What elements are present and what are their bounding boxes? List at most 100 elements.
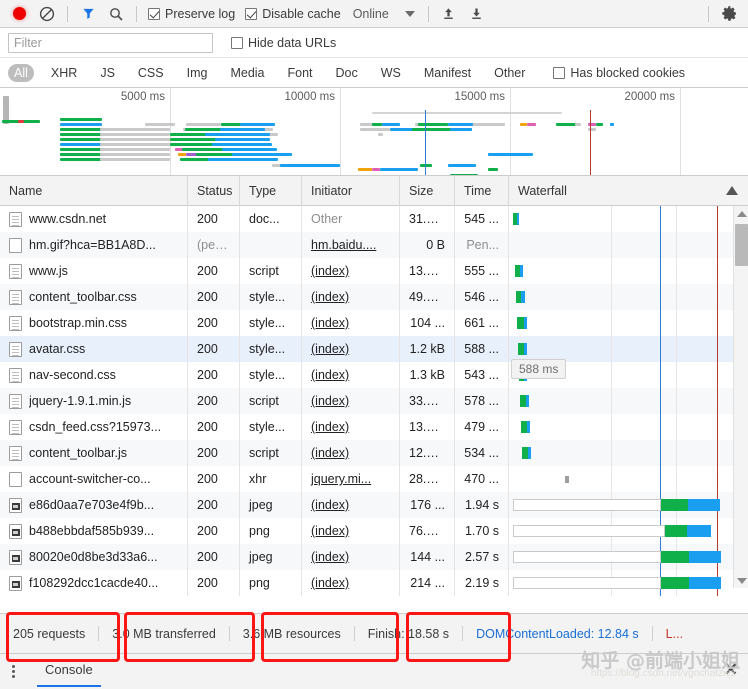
- waterfall-bar[interactable]: [521, 421, 530, 433]
- initiator-link[interactable]: (index): [311, 498, 349, 512]
- scrollbar-thumb[interactable]: [735, 224, 748, 266]
- cell-time: 534 ...: [455, 440, 509, 466]
- overview-tick-label: 5000 ms: [120, 91, 165, 103]
- cell-status: 200: [188, 570, 240, 596]
- type-filter-css[interactable]: CSS: [132, 64, 170, 82]
- scroll-down-arrow[interactable]: [734, 573, 748, 588]
- filter-input[interactable]: [8, 32, 213, 53]
- overview-request-band: [280, 164, 340, 167]
- record-button[interactable]: [6, 2, 32, 26]
- waterfall-dcl-marker: [660, 284, 661, 310]
- initiator-link[interactable]: (index): [311, 524, 349, 538]
- overview-request-band: [415, 128, 450, 131]
- initiator-link[interactable]: (index): [311, 316, 349, 330]
- column-header-status[interactable]: Status: [188, 175, 240, 206]
- waterfall-bar[interactable]: [513, 551, 721, 563]
- initiator-link[interactable]: (index): [311, 264, 349, 278]
- waterfall-bar[interactable]: [516, 291, 525, 303]
- initiator-link[interactable]: (index): [311, 368, 349, 382]
- table-row[interactable]: f108292dcc1cacde40... 200 png (index) 214 ..…: [0, 570, 748, 596]
- table-row[interactable]: account-switcher-co... 200 xhr jquery.mi...…: [0, 466, 748, 492]
- waterfall-bar[interactable]: [513, 577, 721, 589]
- has-blocked-cookies-checkbox[interactable]: Has blocked cookies: [549, 66, 689, 80]
- overview-request-band: [488, 168, 498, 171]
- type-filter-doc[interactable]: Doc: [330, 64, 364, 82]
- initiator-link[interactable]: (index): [311, 446, 349, 460]
- column-header-size[interactable]: Size: [400, 175, 455, 206]
- table-row[interactable]: bootstrap.min.css 200 style... (index) 104 .…: [0, 310, 748, 336]
- column-header-waterfall[interactable]: Waterfall: [509, 176, 748, 206]
- initiator-link[interactable]: (index): [311, 394, 349, 408]
- type-filter-img[interactable]: Img: [181, 64, 214, 82]
- table-row[interactable]: nav-second.css 200 style... (index) 1.3 kB 54…: [0, 362, 748, 388]
- type-filter-media[interactable]: Media: [224, 64, 270, 82]
- hide-data-urls-checkbox[interactable]: Hide data URLs: [227, 36, 340, 50]
- upload-har-icon: [444, 8, 454, 19]
- waterfall-gridline: [676, 258, 677, 284]
- table-row[interactable]: avatar.css 200 style... (index) 1.2 kB 588 ..…: [0, 336, 748, 362]
- table-row[interactable]: www.csdn.net 200 doc... Other 31.4 ... 545 ..…: [0, 206, 748, 232]
- initiator-link[interactable]: (index): [311, 290, 349, 304]
- table-row[interactable]: e86d0aa7e703e4f9b... 200 jpeg (index) 176 ..…: [0, 492, 748, 518]
- waterfall-bar[interactable]: [517, 317, 527, 329]
- scroll-up-arrow[interactable]: [734, 206, 748, 221]
- cell-initiator: hm.baidu....: [302, 232, 400, 258]
- initiator-link[interactable]: (index): [311, 420, 349, 434]
- export-har-button[interactable]: [464, 2, 490, 26]
- column-header-time[interactable]: Time: [455, 175, 509, 206]
- tab-console[interactable]: Console: [31, 655, 107, 689]
- type-filter-js[interactable]: JS: [94, 64, 121, 82]
- waterfall-bar[interactable]: [565, 473, 569, 485]
- waterfall-bar[interactable]: [518, 343, 527, 355]
- table-row[interactable]: content_toolbar.js 200 script (index) 12.9 .…: [0, 440, 748, 466]
- clear-button[interactable]: [34, 2, 60, 26]
- request-name: account-switcher-co...: [29, 472, 151, 486]
- throttling-dropdown[interactable]: Online: [347, 7, 421, 21]
- download-har-icon: [472, 8, 482, 19]
- type-filter-font[interactable]: Font: [282, 64, 319, 82]
- network-overview-timeline[interactable]: 5000 ms 10000 ms 15000 ms 20000 ms: [0, 88, 748, 176]
- kebab-menu-icon[interactable]: [6, 665, 21, 678]
- waterfall-bar[interactable]: [513, 213, 519, 225]
- table-row[interactable]: jquery-1.9.1.min.js 200 script (index) 33.8 …: [0, 388, 748, 414]
- filter-toggle-button[interactable]: [75, 2, 101, 26]
- cell-time: 1.94 s: [455, 492, 509, 518]
- table-row[interactable]: csdn_feed.css?15973... 200 style... (index)…: [0, 414, 748, 440]
- table-row[interactable]: hm.gif?hca=BB1A8D... (pen... hm.baidu.... 0…: [0, 232, 748, 258]
- waterfall-bar[interactable]: [515, 265, 523, 277]
- table-row[interactable]: b488ebbdaf585b939... 200 png (index) 76.4 ..…: [0, 518, 748, 544]
- cell-size: 12.9 ...: [400, 440, 455, 466]
- initiator-link[interactable]: jquery.mi...: [311, 472, 371, 486]
- cell-type: style...: [240, 310, 302, 336]
- type-filter-manifest[interactable]: Manifest: [418, 64, 477, 82]
- waterfall-bar[interactable]: [513, 499, 720, 511]
- type-filter-other[interactable]: Other: [488, 64, 531, 82]
- initiator-link[interactable]: (index): [311, 576, 349, 590]
- initiator-link[interactable]: (index): [311, 342, 349, 356]
- table-row[interactable]: 80020e0d8be3d33a6... 200 jpeg (index) 144 ..…: [0, 544, 748, 570]
- overview-request-band: [450, 128, 472, 131]
- initiator-link[interactable]: hm.baidu....: [311, 238, 376, 252]
- column-header-type[interactable]: Type: [240, 175, 302, 206]
- type-filter-xhr[interactable]: XHR: [45, 64, 83, 82]
- cell-size: 13.6 ...: [400, 414, 455, 440]
- disable-cache-checkbox[interactable]: Disable cache: [241, 7, 345, 21]
- waterfall-bar[interactable]: [522, 447, 531, 459]
- search-button[interactable]: [103, 2, 129, 26]
- type-filter-all[interactable]: All: [8, 63, 34, 82]
- column-header-initiator[interactable]: Initiator: [302, 175, 400, 206]
- overview-request-band: [100, 143, 170, 146]
- table-row[interactable]: content_toolbar.css 200 style... (index) 49.…: [0, 284, 748, 310]
- waterfall-bar[interactable]: [513, 525, 711, 537]
- preserve-log-checkbox[interactable]: Preserve log: [144, 7, 239, 21]
- table-row[interactable]: www.js 200 script (index) 13.9 ... 555 ...: [0, 258, 748, 284]
- settings-button[interactable]: [716, 2, 742, 26]
- requests-vertical-scrollbar[interactable]: [733, 206, 748, 588]
- import-har-button[interactable]: [436, 2, 462, 26]
- column-header-name[interactable]: Name: [0, 175, 188, 206]
- cell-status: 200: [188, 414, 240, 440]
- initiator-link[interactable]: (index): [311, 550, 349, 564]
- type-filter-ws[interactable]: WS: [375, 64, 407, 82]
- waterfall-load-marker: [717, 466, 718, 492]
- waterfall-bar[interactable]: [520, 395, 529, 407]
